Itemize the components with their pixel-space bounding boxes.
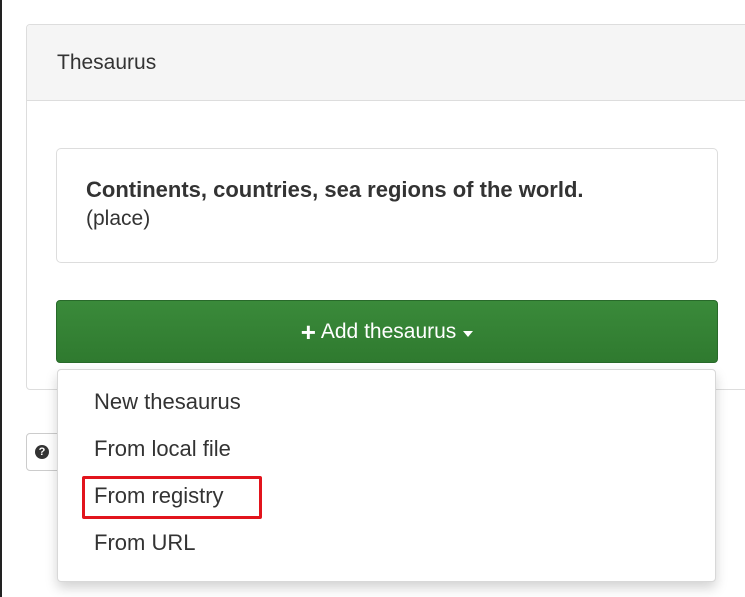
add-thesaurus-label: Add thesaurus xyxy=(320,319,457,343)
panel-title: Thesaurus xyxy=(57,50,157,74)
caret-down-icon xyxy=(463,330,474,337)
thesaurus-item[interactable]: Continents, countries, sea regions of th… xyxy=(56,148,718,263)
add-thesaurus-dropdown: New thesaurus From local file From regis… xyxy=(57,369,716,582)
menu-item-label: From local file xyxy=(94,435,231,461)
thesaurus-type: (place) xyxy=(86,207,151,230)
question-circle-icon: ? xyxy=(35,445,49,459)
menu-item-new-thesaurus[interactable]: New thesaurus xyxy=(58,378,715,425)
panel-heading: Thesaurus xyxy=(27,25,745,101)
add-thesaurus-button[interactable]: + Add thesaurus xyxy=(56,300,718,363)
menu-item-from-registry[interactable]: From registry xyxy=(58,472,715,519)
menu-item-label: From URL xyxy=(94,529,196,555)
menu-item-from-url[interactable]: From URL xyxy=(58,519,715,566)
plus-icon: + xyxy=(300,316,316,347)
page-left-border xyxy=(0,0,2,597)
thesaurus-title: Continents, countries, sea regions of th… xyxy=(86,177,584,202)
menu-item-label: From registry xyxy=(94,482,224,508)
menu-item-from-local-file[interactable]: From local file xyxy=(58,425,715,472)
menu-item-label: New thesaurus xyxy=(94,388,241,414)
